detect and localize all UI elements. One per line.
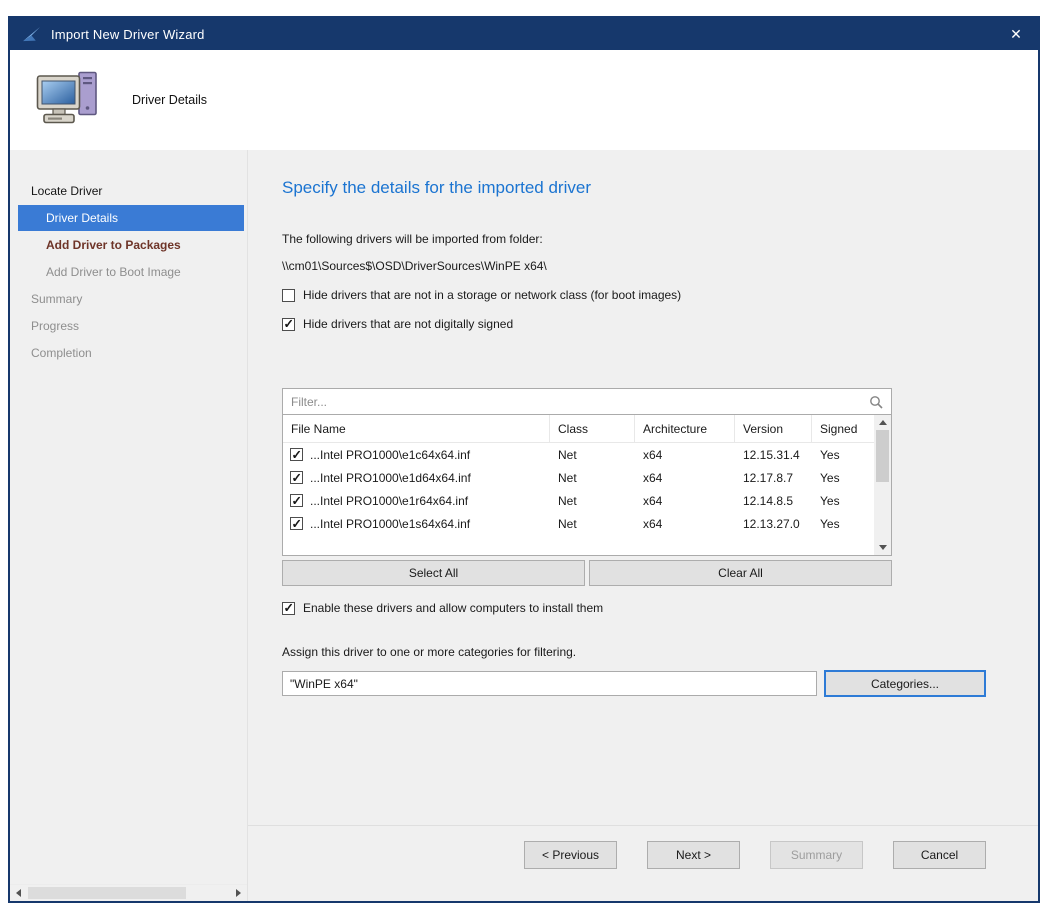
driver-list-area: File Name Class Architecture Version Sig… [282,388,892,586]
cell-file-name: ...Intel PRO1000\e1r64x64.inf [310,494,468,508]
hide-storage-checkbox[interactable] [282,289,295,302]
search-icon [869,395,883,409]
wizard-footer: < Previous Next > Summary Cancel [248,825,1038,901]
column-header-architecture[interactable]: Architecture [635,415,735,442]
cell-architecture: x64 [635,448,735,462]
horizontal-scroll-track[interactable] [27,885,230,901]
column-header-signed[interactable]: Signed [812,415,874,442]
table-header: File Name Class Architecture Version Sig… [283,415,874,443]
sidebar-item-completion: Completion [18,340,244,366]
table-body: ...Intel PRO1000\e1c64x64.inf Net x64 12… [283,443,874,555]
scroll-up-button[interactable] [874,415,891,430]
row-checkbox[interactable] [290,471,303,484]
clear-all-button[interactable]: Clear All [589,560,892,586]
cell-class: Net [550,494,635,508]
scroll-left-button[interactable] [10,885,27,902]
row-checkbox[interactable] [290,517,303,530]
cell-signed: Yes [812,448,874,462]
row-checkbox[interactable] [290,494,303,507]
window-title: Import New Driver Wizard [51,27,998,42]
filter-box [282,388,892,415]
sidebar-horizontal-scrollbar[interactable] [10,884,247,901]
cell-signed: Yes [812,494,874,508]
next-button[interactable]: Next > [647,841,740,869]
horizontal-scroll-thumb[interactable] [28,887,186,899]
sidebar-item-locate-driver[interactable]: Locate Driver [18,178,244,204]
scroll-right-icon [236,889,241,897]
enable-drivers-row: Enable these drivers and allow computers… [282,601,1038,615]
cell-architecture: x64 [635,494,735,508]
wizard-page-title: Driver Details [132,93,207,107]
select-all-button[interactable]: Select All [282,560,585,586]
cell-class: Net [550,448,635,462]
close-icon: ✕ [1010,26,1022,43]
enable-drivers-label: Enable these drivers and allow computers… [303,601,603,615]
cell-version: 12.17.8.7 [735,471,812,485]
row-checkbox[interactable] [290,448,303,461]
cell-file-name: ...Intel PRO1000\e1c64x64.inf [310,448,470,462]
hide-storage-label: Hide drivers that are not in a storage o… [303,288,681,302]
table-vertical-scrollbar[interactable] [874,415,891,555]
hide-unsigned-label: Hide drivers that are not digitally sign… [303,317,513,331]
scroll-up-icon [879,420,887,425]
filter-input[interactable] [291,395,863,409]
wizard-body: Locate Driver Driver Details Add Driver … [10,150,1038,901]
cell-version: 12.13.27.0 [735,517,812,531]
table-row[interactable]: ...Intel PRO1000\e1s64x64.inf Net x64 12… [283,512,874,535]
scroll-down-button[interactable] [874,540,891,555]
hide-storage-row: Hide drivers that are not in a storage o… [282,288,1038,302]
sidebar-item-driver-details[interactable]: Driver Details [18,205,244,231]
vertical-scroll-thumb[interactable] [876,430,889,482]
sidebar-item-summary: Summary [18,286,244,312]
table-row[interactable]: ...Intel PRO1000\e1c64x64.inf Net x64 12… [283,443,874,466]
categories-button[interactable]: Categories... [824,670,986,697]
cancel-button[interactable]: Cancel [893,841,986,869]
vertical-scroll-track[interactable] [874,430,891,540]
assign-category-text: Assign this driver to one or more catego… [282,645,1038,659]
column-header-file-name[interactable]: File Name [283,415,550,442]
table-row[interactable]: ...Intel PRO1000\e1r64x64.inf Net x64 12… [283,489,874,512]
sidebar-item-add-driver-to-packages[interactable]: Add Driver to Packages [18,232,244,258]
wizard-header: Driver Details [10,50,1038,150]
driver-table-columns: File Name Class Architecture Version Sig… [283,415,874,555]
scroll-left-icon [16,889,21,897]
category-input[interactable] [282,671,817,696]
hide-unsigned-row: Hide drivers that are not digitally sign… [282,317,1038,331]
cell-signed: Yes [812,471,874,485]
source-path: \\cm01\Sources$\OSD\DriverSources\WinPE … [282,259,1038,273]
category-row: Categories... [282,670,1038,697]
scroll-right-button[interactable] [230,885,247,902]
sidebar-item-add-driver-to-boot-image: Add Driver to Boot Image [18,259,244,285]
cell-version: 12.14.8.5 [735,494,812,508]
scroll-down-icon [879,545,887,550]
cell-signed: Yes [812,517,874,531]
column-header-version[interactable]: Version [735,415,812,442]
hide-unsigned-checkbox[interactable] [282,318,295,331]
enable-drivers-checkbox[interactable] [282,602,295,615]
table-row[interactable]: ...Intel PRO1000\e1d64x64.inf Net x64 12… [283,466,874,489]
cell-version: 12.15.31.4 [735,448,812,462]
wizard-window: Import New Driver Wizard ✕ [8,16,1040,903]
close-button[interactable]: ✕ [998,18,1034,50]
driver-table: File Name Class Architecture Version Sig… [282,415,892,556]
column-header-class[interactable]: Class [550,415,635,442]
cell-file-name: ...Intel PRO1000\e1s64x64.inf [310,517,470,531]
previous-button[interactable]: < Previous [524,841,617,869]
wizard-dart-icon [22,26,41,43]
selection-buttons-row: Select All Clear All [282,560,892,586]
cell-class: Net [550,471,635,485]
intro-text: The following drivers will be imported f… [282,232,1038,246]
summary-button: Summary [770,841,863,869]
page-heading: Specify the details for the imported dri… [282,178,1038,198]
computer-icon [36,71,100,129]
sidebar-item-progress: Progress [18,313,244,339]
cell-class: Net [550,517,635,531]
titlebar: Import New Driver Wizard ✕ [10,18,1038,50]
cell-architecture: x64 [635,471,735,485]
cell-file-name: ...Intel PRO1000\e1d64x64.inf [310,471,471,485]
wizard-main-panel: Specify the details for the imported dri… [248,150,1038,901]
wizard-nav-sidebar: Locate Driver Driver Details Add Driver … [10,150,248,901]
cell-architecture: x64 [635,517,735,531]
